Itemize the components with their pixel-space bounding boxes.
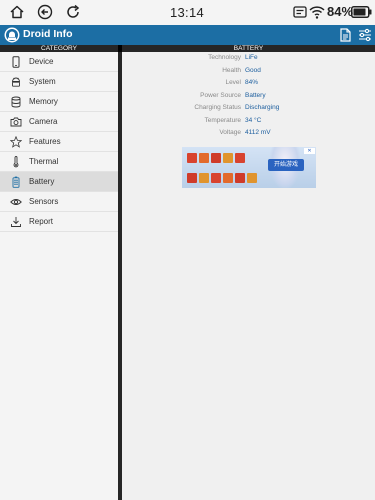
- column-headers: CATEGORY BATTERY: [0, 45, 375, 52]
- ad-tile: [235, 173, 245, 183]
- eye-icon: [10, 199, 22, 205]
- row-label: Voltage: [219, 129, 241, 136]
- star-icon: [10, 136, 22, 148]
- sidebar-item-device[interactable]: Device: [0, 52, 118, 72]
- info-row-health: Health Good: [122, 66, 375, 78]
- ad-tile: [187, 173, 197, 183]
- info-row-technology: Technology LiFe: [122, 53, 375, 65]
- android-icon: [12, 77, 20, 87]
- sidebar-item-report[interactable]: Report: [0, 212, 118, 232]
- app-title: Droid Info: [23, 28, 73, 40]
- sliders-icon[interactable]: [358, 28, 372, 42]
- row-label: Technology: [208, 54, 241, 61]
- refresh-icon[interactable]: [65, 4, 81, 20]
- info-row-power-source: Power Source Battery: [122, 91, 375, 103]
- battery-panel: Technology LiFe Health Good Level 84% Po…: [122, 52, 375, 500]
- camera-icon: [10, 117, 22, 127]
- sidebar-item-sensors[interactable]: Sensors: [0, 192, 118, 212]
- sidebar-item-label: Memory: [29, 97, 58, 106]
- status-bar: 13:14 84%: [0, 0, 375, 25]
- sidebar-item-memory[interactable]: Memory: [0, 92, 118, 112]
- ad-banner[interactable]: 开始游戏 ✕: [182, 147, 316, 188]
- row-label: Temperature: [204, 116, 242, 124]
- ad-tile: [223, 173, 233, 183]
- row-value: 84%: [245, 79, 259, 86]
- ad-tile: [211, 153, 221, 163]
- row-label: Health: [222, 66, 241, 74]
- ad-start-game-button[interactable]: 开始游戏: [268, 159, 304, 171]
- row-value: Good: [245, 66, 261, 74]
- sidebar-item-label: Thermal: [29, 157, 59, 166]
- battery-icon: [12, 176, 20, 188]
- clock: 13:14: [170, 5, 205, 20]
- ad-tile: [211, 173, 221, 183]
- row-value: Discharging: [245, 104, 280, 111]
- row-value: Battery: [245, 91, 266, 99]
- phone-icon: [12, 56, 20, 68]
- info-row-voltage: Voltage 4112 mV: [122, 128, 375, 140]
- sidebar-item-label: Device: [29, 57, 54, 66]
- ad-tile: [247, 173, 257, 183]
- back-icon[interactable]: [37, 4, 53, 20]
- download-icon: [11, 217, 21, 227]
- sidebar-item-camera[interactable]: Camera: [0, 112, 118, 132]
- row-label: Power Source: [200, 91, 241, 99]
- battery-header: BATTERY: [233, 45, 264, 52]
- row-label: Level: [225, 79, 241, 86]
- sidebar-item-label: Report: [29, 217, 54, 226]
- database-icon: [11, 96, 21, 108]
- battery-icon: [351, 6, 372, 18]
- row-value: LiFe: [245, 54, 258, 61]
- ad-close-icon[interactable]: ✕: [304, 148, 315, 154]
- battery-percent: 84%: [327, 4, 354, 19]
- home-icon[interactable]: [9, 4, 25, 20]
- sidebar-item-thermal[interactable]: Thermal: [0, 152, 118, 172]
- info-row-charging-status: Charging Status Discharging: [122, 103, 375, 115]
- row-value: 4112 mV: [245, 129, 271, 136]
- sidebar-item-battery[interactable]: Battery: [0, 172, 118, 192]
- notification-icon: [293, 6, 307, 18]
- sidebar-item-label: Battery: [29, 177, 55, 186]
- info-row-level: Level 84%: [122, 78, 375, 90]
- sidebar-item-label: Camera: [29, 117, 58, 126]
- sidebar-item-label: Sensors: [29, 197, 59, 206]
- row-value: 34 °C: [245, 116, 262, 124]
- document-icon[interactable]: [338, 28, 352, 42]
- sidebar-item-label: Features: [29, 137, 61, 146]
- sidebar-item-system[interactable]: System: [0, 72, 118, 92]
- wifi-icon: [309, 6, 325, 19]
- ad-tile: [199, 173, 209, 183]
- category-sidebar: Device System Memory Camera Features The…: [0, 52, 118, 500]
- ad-tile: [235, 153, 245, 163]
- app-bar: Droid Info: [0, 25, 375, 45]
- sidebar-item-label: System: [29, 77, 56, 86]
- row-label: Charging Status: [194, 104, 241, 111]
- app-logo-icon: [4, 27, 20, 43]
- ad-tile: [187, 153, 197, 163]
- info-row-temperature: Temperature 34 °C: [122, 116, 375, 128]
- category-header: CATEGORY: [41, 45, 77, 52]
- ad-tile: [199, 153, 209, 163]
- thermometer-icon: [13, 156, 19, 168]
- sidebar-item-features[interactable]: Features: [0, 132, 118, 152]
- ad-tile: [223, 153, 233, 163]
